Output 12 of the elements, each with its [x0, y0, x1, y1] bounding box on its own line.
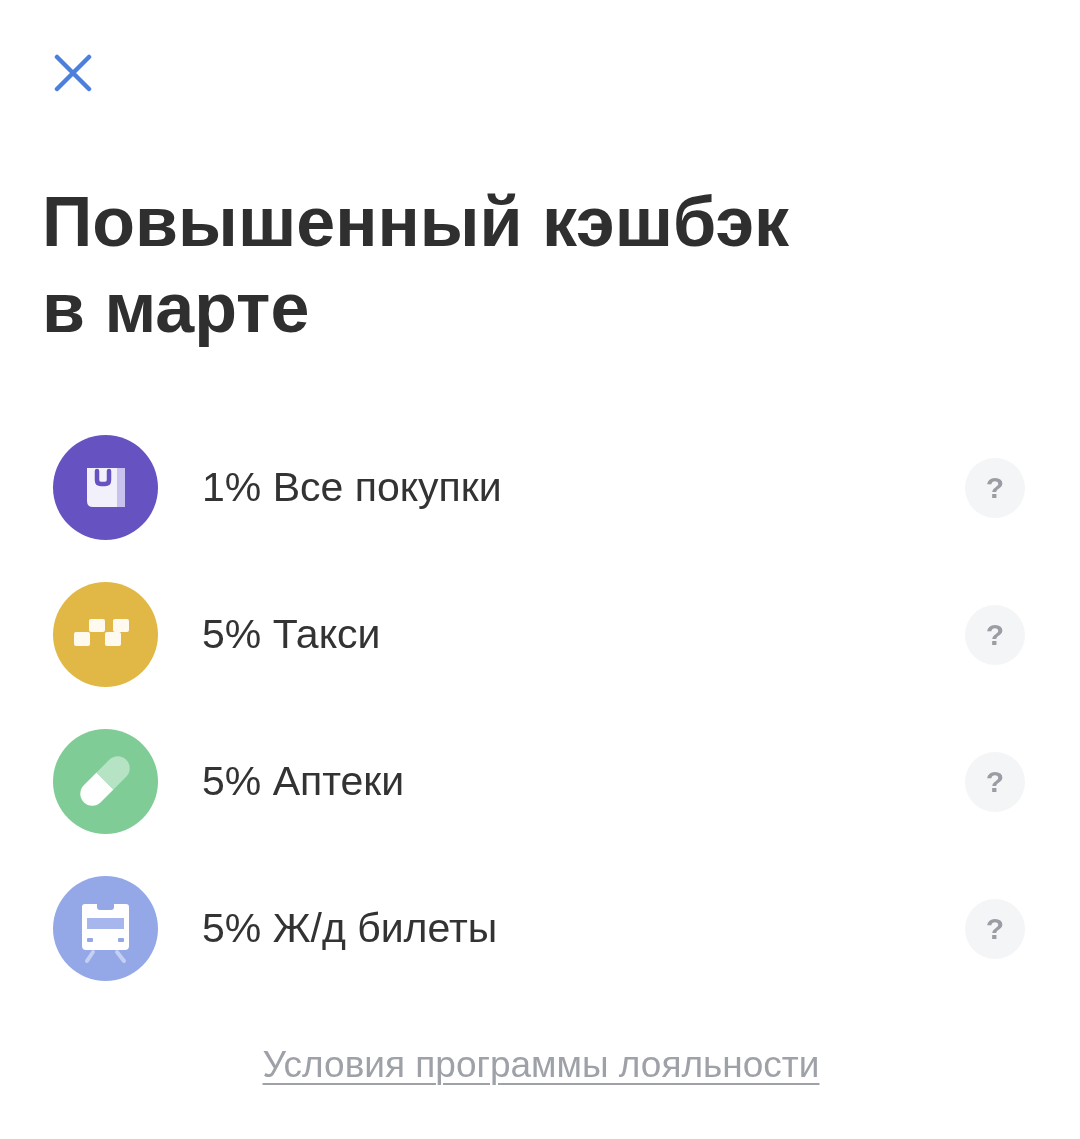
- close-icon: [54, 54, 92, 92]
- loyalty-terms-link[interactable]: Условия программы лояльности: [262, 1037, 820, 1093]
- cashback-label: 5% Ж/д билеты: [202, 903, 499, 953]
- cashback-label: 1% Все покупки: [202, 462, 503, 512]
- page-title: Повышенный кэшбэк в марте: [42, 182, 791, 349]
- cashback-label: 5% Аптеки: [202, 756, 406, 806]
- help-button[interactable]: ?: [965, 604, 1025, 665]
- help-button[interactable]: ?: [965, 898, 1025, 959]
- close-button[interactable]: [53, 53, 93, 93]
- help-button[interactable]: ?: [965, 751, 1025, 812]
- cashback-label: 5% Такси: [202, 609, 382, 659]
- help-button[interactable]: ?: [965, 457, 1025, 518]
